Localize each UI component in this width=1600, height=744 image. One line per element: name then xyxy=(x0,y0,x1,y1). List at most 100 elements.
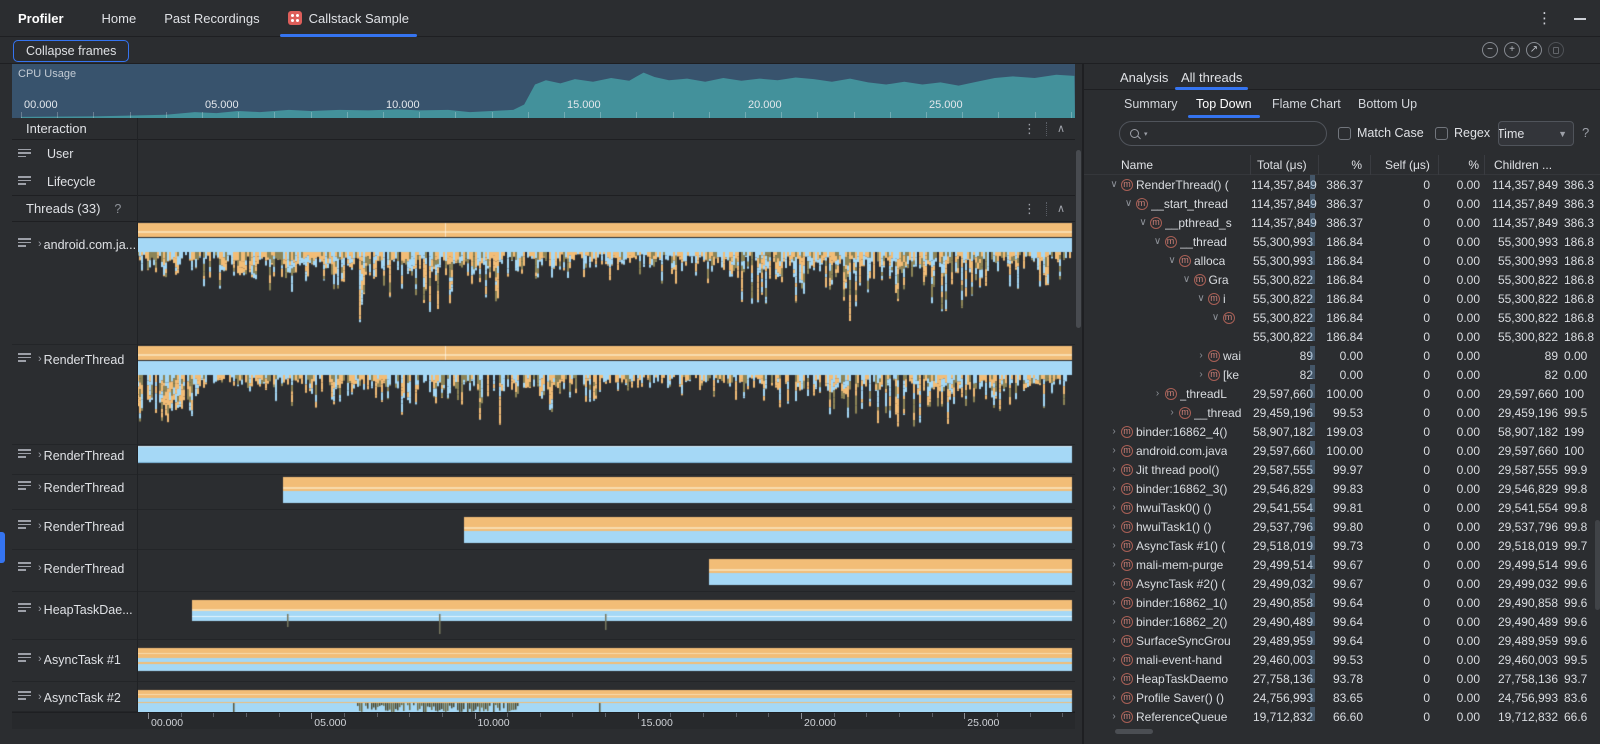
chevron-right-icon[interactable]: › xyxy=(38,481,42,493)
tree-name-cell[interactable]: ›mhwuiTask1() () xyxy=(1084,520,1251,534)
chevron-down-icon[interactable]: ∨ xyxy=(1210,312,1222,323)
zoom-in-icon[interactable]: + xyxy=(1504,42,1520,58)
track-expand-icon[interactable] xyxy=(18,520,33,531)
tree-name-cell[interactable]: ›mProfile Saver() () xyxy=(1084,691,1251,705)
chevron-right-icon[interactable]: › xyxy=(1108,597,1120,608)
track-expand-icon[interactable] xyxy=(18,353,33,364)
table-row[interactable]: ›mbinder:16862_4()58,907,182199.0300.005… xyxy=(1084,422,1600,441)
chevron-down-icon[interactable]: ∨ xyxy=(1195,293,1207,304)
column-name[interactable]: Name xyxy=(1084,155,1251,175)
chevron-down-icon[interactable]: ∨ xyxy=(1108,179,1120,190)
tree-name-cell[interactable]: ›mwai xyxy=(1084,349,1251,363)
table-row[interactable]: ›mAsyncTask #1() (29,518,01999.7300.0029… xyxy=(1084,536,1600,555)
tree-name-cell[interactable]: ›mHeapTaskDaemo xyxy=(1084,672,1251,686)
track-expand-icon[interactable] xyxy=(18,449,33,460)
regex-checkbox[interactable] xyxy=(1435,127,1448,140)
thread-row[interactable]: ›android.com.ja... xyxy=(12,222,1075,345)
frame-selection-icon[interactable] xyxy=(1548,42,1564,58)
track-expand-icon[interactable] xyxy=(18,691,33,702)
more-vertical-icon[interactable]: ⋮ xyxy=(1537,11,1552,26)
match-case-checkbox[interactable] xyxy=(1338,127,1351,140)
match-case-option[interactable]: Match Case xyxy=(1338,126,1424,140)
filter-help-icon[interactable]: ? xyxy=(1582,125,1589,140)
track-expand-icon[interactable] xyxy=(18,176,33,187)
regex-option[interactable]: Regex xyxy=(1435,126,1490,140)
table-row[interactable]: ›mandroid.com.java29,597,660100.0000.002… xyxy=(1084,441,1600,460)
tool-window-indicator[interactable] xyxy=(0,532,5,563)
thread-row[interactable]: ›RenderThread xyxy=(12,345,1075,445)
chevron-down-icon[interactable]: ∨ xyxy=(1152,236,1164,247)
chevron-right-icon[interactable]: › xyxy=(38,691,42,703)
kebab-icon[interactable]: ⋮ xyxy=(1023,121,1036,137)
interaction-row-user[interactable]: User xyxy=(12,140,1075,168)
table-row[interactable]: ∨malloca55,300,993186.8400.0055,300,9931… xyxy=(1084,251,1600,270)
table-row[interactable]: ›m__thread29,459,19699.5300.0029,459,196… xyxy=(1084,403,1600,422)
thread-row[interactable]: ›AsyncTask #2 xyxy=(12,682,1075,712)
chevron-right-icon[interactable]: › xyxy=(1108,635,1120,646)
kebab-icon[interactable]: ⋮ xyxy=(1023,201,1036,217)
column-self[interactable]: Self (μs) xyxy=(1371,155,1439,175)
column-total[interactable]: Total (μs) xyxy=(1251,155,1319,175)
minimize-icon[interactable] xyxy=(1574,18,1586,20)
chevron-right-icon[interactable]: › xyxy=(1108,502,1120,513)
table-row[interactable]: ›mmali-mem-purge29,499,51499.6700.0029,4… xyxy=(1084,555,1600,574)
chevron-right-icon[interactable]: › xyxy=(1108,616,1120,627)
tree-name-cell[interactable]: ›mhwuiTask0() () xyxy=(1084,501,1251,515)
filter-type-dropdown[interactable]: Time ▼ xyxy=(1498,121,1574,146)
subtab-top-down[interactable]: Top Down xyxy=(1196,90,1252,118)
table-row[interactable]: ∨m__pthread_s114,357,849386.3700.00114,3… xyxy=(1084,213,1600,232)
chevron-right-icon[interactable]: › xyxy=(1108,483,1120,494)
chevron-right-icon[interactable]: › xyxy=(38,449,42,461)
thread-label-cell[interactable]: ›AsyncTask #2 xyxy=(12,682,137,705)
thread-row[interactable]: ›AsyncTask #1 xyxy=(12,640,1075,682)
table-row[interactable]: ›mHeapTaskDaemo27,758,13693.7800.0027,75… xyxy=(1084,669,1600,688)
tab-all-threads[interactable]: All threads xyxy=(1181,64,1242,90)
chevron-right-icon[interactable]: › xyxy=(1195,350,1207,361)
tree-name-cell[interactable]: ›m[ke xyxy=(1084,368,1251,382)
table-row[interactable]: ›mhwuiTask0() ()29,541,55499.8100.0029,5… xyxy=(1084,498,1600,517)
chevron-right-icon[interactable]: › xyxy=(1108,559,1120,570)
chevron-right-icon[interactable]: › xyxy=(1152,388,1164,399)
table-vscrollbar-thumb[interactable] xyxy=(1595,520,1600,610)
chevron-right-icon[interactable]: › xyxy=(38,562,42,574)
thread-label-cell[interactable]: ›HeapTaskDae... xyxy=(12,592,137,617)
chevron-right-icon[interactable]: › xyxy=(1108,464,1120,475)
thread-label-cell[interactable]: ›RenderThread xyxy=(12,345,137,367)
tree-name-cell[interactable]: ›mbinder:16862_4() xyxy=(1084,425,1251,439)
thread-label-cell[interactable]: ›RenderThread xyxy=(12,475,137,495)
interaction-section-header[interactable]: Interaction ⋮ ∧ xyxy=(12,118,1075,140)
table-row[interactable]: ›mSurfaceSyncGrou29,489,95999.6400.0029,… xyxy=(1084,631,1600,650)
track-expand-icon[interactable] xyxy=(18,562,33,573)
track-expand-icon[interactable] xyxy=(18,481,33,492)
thread-track[interactable] xyxy=(137,222,1075,345)
chevron-right-icon[interactable]: › xyxy=(1108,692,1120,703)
chevron-right-icon[interactable]: › xyxy=(1108,578,1120,589)
chevron-right-icon[interactable]: › xyxy=(38,238,42,250)
tree-name-cell[interactable]: ›m__thread xyxy=(1084,406,1251,420)
table-row[interactable]: ∨m55,300,822186.8400.0055,300,822186.8 xyxy=(1084,308,1600,327)
chevron-right-icon[interactable]: › xyxy=(1108,673,1120,684)
table-row[interactable]: ›mReferenceQueue19,712,83266.6000.0019,7… xyxy=(1084,707,1600,726)
tree-name-cell[interactable]: ∨m xyxy=(1084,312,1251,324)
table-row[interactable]: ∨mi55,300,822186.8400.0055,300,822186.8 xyxy=(1084,289,1600,308)
table-row[interactable]: ›mJit thread pool()29,587,55599.9700.002… xyxy=(1084,460,1600,479)
chevron-right-icon[interactable]: › xyxy=(38,653,42,665)
thread-track[interactable] xyxy=(137,640,1075,682)
threads-scrollbar-thumb[interactable] xyxy=(1076,150,1081,328)
tree-name-cell[interactable]: ∨mGra xyxy=(1084,273,1251,287)
chevron-right-icon[interactable]: › xyxy=(38,603,42,615)
table-row[interactable]: ›mAsyncTask #2() (29,499,03299.6700.0029… xyxy=(1084,574,1600,593)
thread-row[interactable]: ›RenderThread xyxy=(12,445,1075,475)
collapse-frames-button[interactable]: Collapse frames xyxy=(13,40,129,62)
thread-row[interactable]: ›RenderThread xyxy=(12,510,1075,550)
thread-track[interactable] xyxy=(137,550,1075,592)
tree-name-cell[interactable]: ∨m__thread xyxy=(1084,235,1251,249)
table-row[interactable]: ›mProfile Saver() ()24,756,99383.6500.00… xyxy=(1084,688,1600,707)
chevron-down-icon[interactable]: ∨ xyxy=(1137,217,1149,228)
table-row[interactable]: ›mbinder:16862_3()29,546,82999.8300.0029… xyxy=(1084,479,1600,498)
track-expand-icon[interactable] xyxy=(18,149,33,160)
chevron-down-icon[interactable]: ∨ xyxy=(1166,255,1178,266)
subtab-bottom-up[interactable]: Bottom Up xyxy=(1358,90,1417,118)
interaction-row-lifecycle[interactable]: Lifecycle xyxy=(12,168,1075,196)
table-row[interactable]: ∨m__start_thread114,357,849386.3700.0011… xyxy=(1084,194,1600,213)
